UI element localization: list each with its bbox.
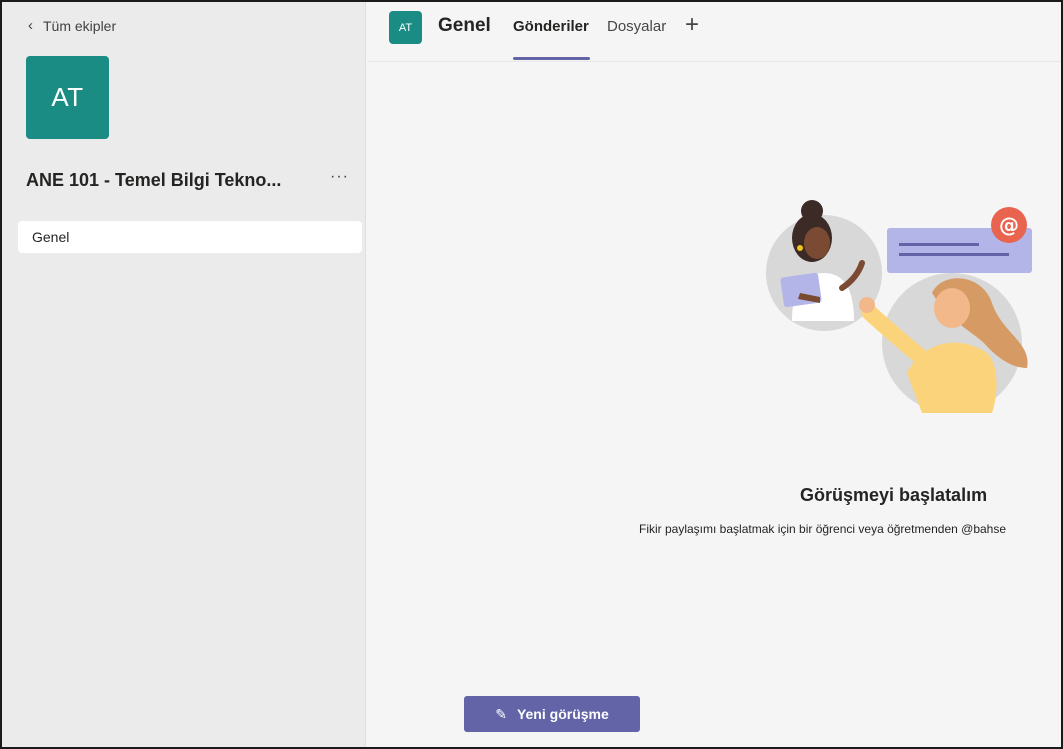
svg-text:@: @ xyxy=(999,213,1019,237)
back-to-all-teams-link[interactable]: ‹ Tüm ekipler xyxy=(28,17,116,34)
posts-area: @ Görüşmeyi başlatalım Fikir paylaşımı b… xyxy=(367,63,1061,747)
channel-header: AT Genel Gönderiler Dosyalar + xyxy=(367,2,1061,62)
more-options-icon[interactable]: ··· xyxy=(330,168,349,186)
empty-state-illustration: @ xyxy=(766,200,1032,413)
empty-state-title: Görüşmeyi başlatalım xyxy=(800,485,988,505)
back-label: Tüm ekipler xyxy=(43,17,117,34)
new-conversation-label: Yeni görüşme xyxy=(516,706,609,722)
team-initials: AT xyxy=(51,82,84,112)
plus-icon[interactable]: + xyxy=(685,11,699,39)
teams-window: ‹ Tüm ekipler AT ANE 101 - Temel Bilgi T… xyxy=(0,0,1063,749)
channel-initials: AT xyxy=(398,21,413,34)
chevron-left-icon: ‹ xyxy=(28,17,33,34)
channel-avatar: AT xyxy=(389,11,422,44)
new-conversation-button[interactable]: ✎ Yeni görüşme xyxy=(464,696,640,732)
compose-icon: ✎ xyxy=(495,705,507,722)
active-tab-indicator xyxy=(513,57,590,60)
channel-label: Genel xyxy=(32,229,70,245)
sidebar-channel-genel[interactable]: Genel xyxy=(18,221,362,253)
tab-posts[interactable]: Gönderiler xyxy=(513,18,589,35)
team-name: ANE 101 - Temel Bilgi Tekno... xyxy=(26,170,282,190)
tab-files[interactable]: Dosyalar xyxy=(607,18,666,35)
team-sidebar: ‹ Tüm ekipler AT ANE 101 - Temel Bilgi T… xyxy=(2,2,366,747)
channel-title: Genel xyxy=(438,15,491,36)
empty-state-subtitle: Fikir paylaşımı başlatmak için bir öğren… xyxy=(639,522,1007,536)
team-avatar[interactable]: AT xyxy=(26,56,109,139)
